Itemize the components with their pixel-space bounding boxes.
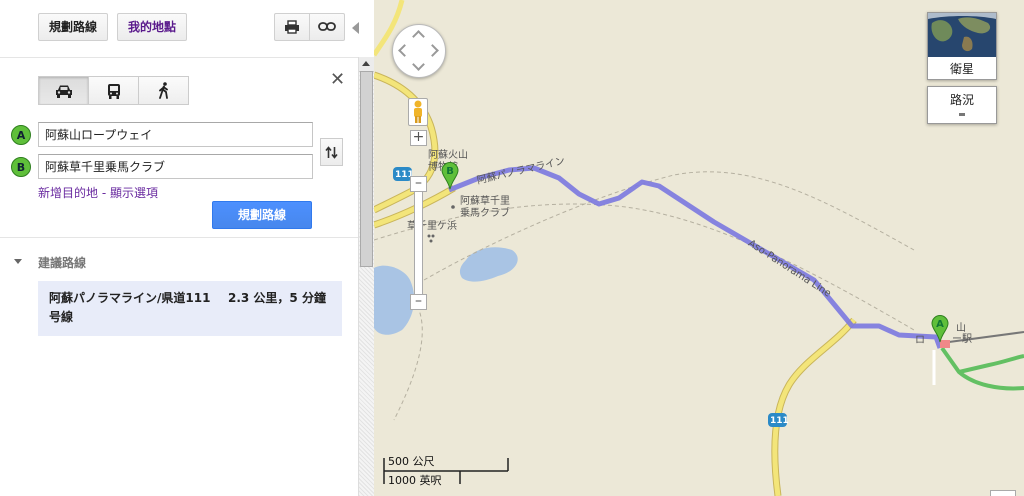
lake-west — [374, 265, 415, 335]
traffic-label: 路況 — [949, 93, 974, 107]
scale-metric-label: 500 公尺 — [388, 455, 435, 468]
swap-locations-button[interactable] — [320, 138, 343, 166]
marker-a-icon: A — [11, 125, 31, 145]
end-location-input[interactable] — [38, 154, 313, 179]
poi-dot — [427, 234, 431, 238]
map-corner-control[interactable] — [990, 490, 1016, 496]
poi-dot — [451, 205, 455, 209]
car-icon — [55, 85, 72, 98]
lake-kusasenri — [459, 247, 518, 282]
get-directions-submit-button[interactable]: 規劃路線 — [212, 201, 312, 229]
station-partial-label: ロ — [915, 335, 925, 346]
walk-icon — [158, 82, 168, 99]
satellite-maptype-button[interactable]: 衛星 — [927, 12, 997, 80]
street-view-pegman-icon[interactable] — [408, 98, 428, 126]
mode-transit-button[interactable] — [88, 76, 139, 105]
traffic-maptype-button[interactable]: 路況 — [927, 86, 997, 124]
panel-scrollbar[interactable] — [358, 57, 374, 496]
traffic-dropdown-icon[interactable] — [959, 113, 965, 116]
svg-text:A: A — [936, 319, 944, 330]
link-button[interactable] — [309, 13, 345, 41]
scale-imperial-label: 1000 英呎 — [388, 474, 442, 487]
road-111-south-fill — [772, 318, 856, 496]
my-places-button[interactable]: 我的地點 — [117, 13, 187, 41]
pan-down-icon[interactable] — [412, 58, 425, 71]
pegman-figure-icon — [414, 100, 422, 123]
map-canvas[interactable]: 111 111 阿蘇火山 博物館 阿蘇草千里 乗馬クラブ 草千里ケ浜 阿蘇パノラ… — [374, 0, 1024, 496]
mountain-label: 山 — [956, 323, 966, 334]
panel-divider — [0, 237, 358, 238]
options-links: 新增目的地 - 顯示選項 — [38, 184, 158, 201]
road-111-label: 111 — [770, 416, 789, 426]
travel-mode-selector — [38, 76, 192, 105]
printer-icon — [285, 20, 299, 34]
route-distance-time: 2.3 公里，5 分鐘 — [228, 291, 326, 305]
suggested-routes-toggle-icon[interactable] — [14, 259, 22, 264]
station-label: ー駅 — [952, 334, 972, 345]
top-toolbar: 規劃路線 我的地點 — [0, 0, 359, 58]
route-line — [448, 165, 943, 349]
mode-driving-button[interactable] — [38, 76, 89, 105]
marker-b-icon: B — [11, 157, 31, 177]
pan-up-icon[interactable] — [412, 30, 425, 43]
start-location-input[interactable] — [38, 122, 313, 147]
suggested-routes-title: 建議路線 — [38, 256, 87, 270]
marker-a-pin-icon[interactable]: A — [931, 315, 949, 343]
marker-b-pin-icon[interactable]: B — [441, 162, 459, 190]
satellite-label: 衛星 — [949, 62, 974, 76]
swap-icon — [325, 145, 338, 159]
pan-right-icon[interactable] — [426, 44, 439, 57]
close-icon[interactable]: ✕ — [330, 70, 345, 90]
pan-control[interactable] — [392, 24, 446, 78]
riding-club-label: 阿蘇草千里 乗馬クラブ — [460, 196, 510, 219]
road-111-south — [771, 317, 857, 496]
poi-dot — [429, 239, 433, 243]
zoom-slider-handle[interactable]: – — [410, 176, 427, 192]
mode-walking-button[interactable] — [138, 76, 189, 105]
collapse-panel-arrow-icon[interactable] — [352, 22, 359, 34]
zoom-out-button[interactable]: – — [410, 294, 427, 310]
route-name: 阿蘇パノラマライン/県道111号線 — [49, 291, 211, 324]
directions-panel: 規劃路線 我的地點 ✕ A 阿蘇山ロープウェイ B 阿蘇草千里乗馬クラブ 新增目… — [0, 0, 374, 496]
poi-dot — [431, 234, 435, 238]
scroll-thumb[interactable] — [360, 71, 373, 267]
show-options-link[interactable]: 顯示選項 — [110, 186, 158, 200]
satellite-thumbnail-icon — [928, 13, 996, 57]
get-directions-tab-button[interactable]: 規劃路線 — [38, 13, 108, 41]
options-separator: - — [98, 186, 110, 200]
bus-icon — [107, 83, 120, 99]
add-destination-link[interactable]: 新增目的地 — [38, 186, 98, 200]
scroll-up-arrow-icon[interactable] — [359, 57, 374, 72]
pan-left-icon[interactable] — [398, 44, 411, 57]
link-icon — [318, 22, 336, 31]
suggested-route-item[interactable]: 阿蘇パノラマライン/県道111号線 2.3 公里，5 分鐘 — [38, 281, 342, 336]
green-path — [940, 346, 1024, 391]
svg-text:B: B — [446, 166, 454, 177]
zoom-in-button[interactable]: + — [410, 130, 427, 146]
zoom-slider-track[interactable] — [414, 185, 423, 302]
print-button[interactable] — [274, 13, 310, 41]
